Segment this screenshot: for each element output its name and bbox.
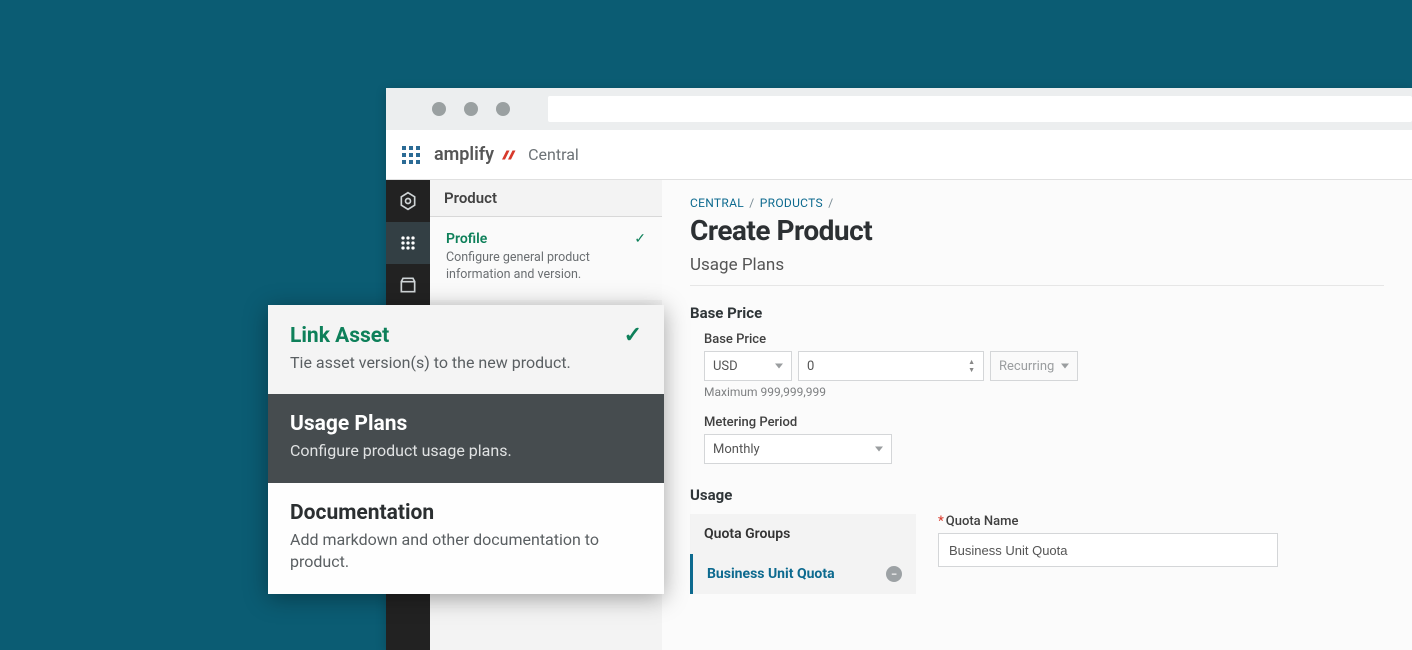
stepper[interactable]: ▲ ▼ [962,359,981,374]
panel-header: Product [430,180,662,217]
breadcrumb-products[interactable]: PRODUCTS [760,196,823,210]
metering-label: Metering Period [704,415,1384,430]
step-usage-plans[interactable]: Usage Plans Configure product usage plan… [268,394,664,482]
page-title: Create Product [690,214,1384,247]
chevron-down-icon [875,447,883,452]
step-title: Usage Plans [290,412,407,436]
price-type-select[interactable]: Recurring [990,351,1078,381]
traffic-light-zoom[interactable] [496,102,510,116]
check-icon: ✓ [634,231,646,247]
price-helper: Maximum 999,999,999 [704,385,1384,399]
breadcrumb-sep: / [828,196,833,210]
storefront-icon [398,275,418,295]
remove-icon[interactable]: − [886,566,902,582]
quota-groups-header: Quota Groups [690,514,916,554]
price-input[interactable]: 0 ▲ ▼ [798,351,984,381]
page-subtitle: Usage Plans [690,255,1384,286]
step-desc: Configure product usage plans. [290,440,642,462]
base-price-group: Base Price USD 0 ▲ ▼ Recurring [690,332,1384,464]
stepper-down-icon[interactable]: ▼ [968,367,975,374]
quota-form: *Quota Name [938,514,1384,567]
step-title: Documentation [290,501,434,525]
stepper-up-icon[interactable]: ▲ [968,359,975,366]
step-link-asset[interactable]: Link Asset ✓ Tie asset version(s) to the… [268,305,664,394]
hexagon-icon [398,191,418,211]
price-value: 0 [807,359,814,374]
base-price-heading: Base Price [690,304,1384,322]
step-documentation[interactable]: Documentation Add markdown and other doc… [268,483,664,594]
metering-select[interactable]: Monthly [704,434,892,464]
brand-name: amplify [434,144,494,165]
check-icon: ✓ [624,323,642,348]
content-area: CENTRAL / PRODUCTS / Create Product Usag… [662,180,1412,650]
brand: amplify Central [434,144,579,165]
breadcrumb-sep: / [749,196,754,210]
traffic-light-close[interactable] [432,102,446,116]
price-type-value: Recurring [999,359,1054,374]
app-top-bar: amplify Central [386,130,1412,180]
grid-icon [398,233,418,253]
usage-heading: Usage [690,486,1384,504]
overlay-steps-panel: Link Asset ✓ Tie asset version(s) to the… [268,305,664,594]
chevron-down-icon [1061,364,1069,369]
brand-logo-icon [499,146,517,164]
app-name: Central [528,145,579,164]
browser-chrome [386,88,1412,130]
breadcrumb-central[interactable]: CENTRAL [690,196,744,210]
rail-item-marketplace[interactable] [386,264,430,306]
url-bar[interactable] [548,96,1412,122]
step-desc: Tie asset version(s) to the new product. [290,352,642,374]
currency-select[interactable]: USD [704,351,792,381]
metering-value: Monthly [713,442,760,457]
chevron-down-icon [775,364,783,369]
base-price-label: Base Price [704,332,1384,347]
rail-item-apps[interactable] [386,222,430,264]
step-desc: Configure general product information an… [446,250,646,284]
breadcrumb: CENTRAL / PRODUCTS / [690,196,1384,210]
quota-name-input[interactable] [938,533,1278,567]
currency-value: USD [713,359,738,374]
traffic-light-minimize[interactable] [464,102,478,116]
quota-group-item[interactable]: Business Unit Quota − [690,554,916,594]
rail-item-settings[interactable] [386,180,430,222]
step-title: Profile [446,231,487,247]
quota-groups-panel: Quota Groups Business Unit Quota − [690,514,916,594]
apps-grid-icon[interactable] [402,146,420,164]
quota-group-name: Business Unit Quota [707,566,835,582]
step-profile[interactable]: Profile ✓ Configure general product info… [430,217,662,300]
step-title: Link Asset [290,324,389,348]
quota-name-label: *Quota Name [938,514,1384,529]
step-desc: Add markdown and other documentation to … [290,529,642,574]
required-indicator: * [938,514,944,529]
